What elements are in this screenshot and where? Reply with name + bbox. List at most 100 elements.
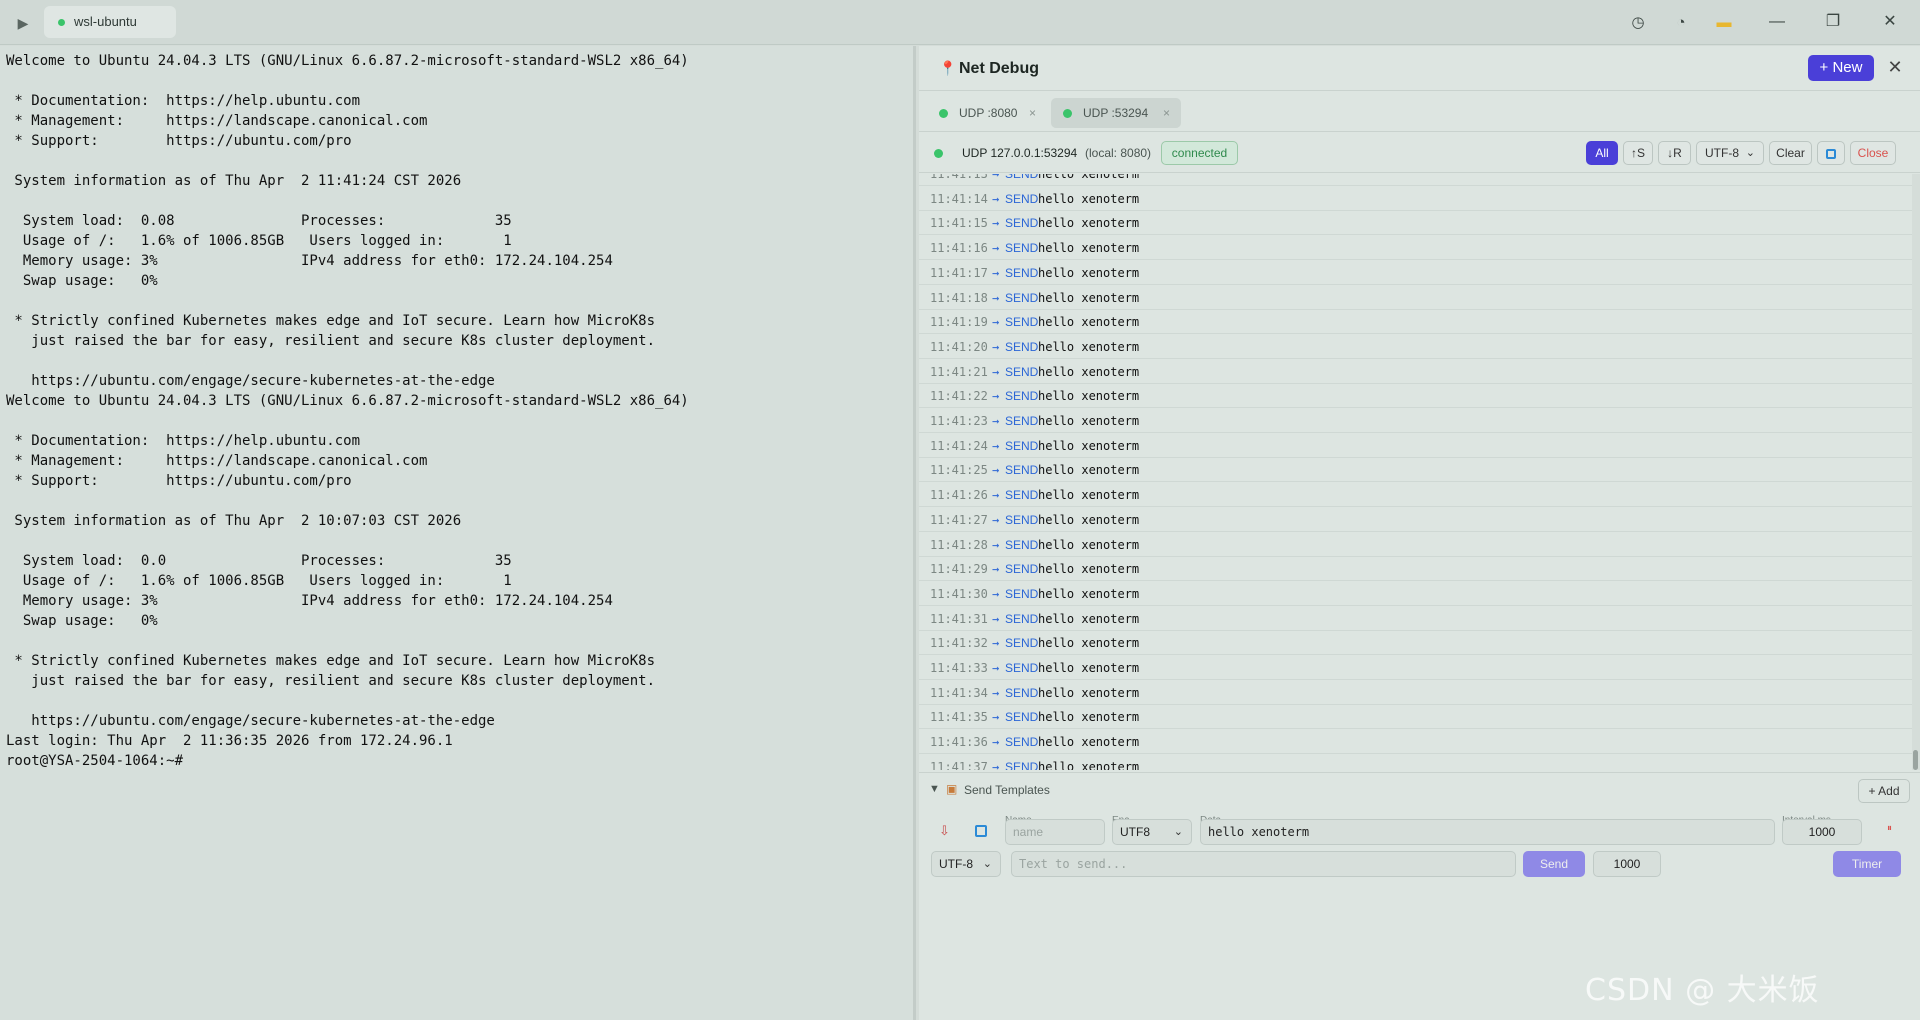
log-message: hello xenoterm [1038,241,1140,256]
log-row: 11:41:24 → SEND hello xenoterm [919,434,1912,458]
scrollbar-thumb[interactable] [1913,750,1918,770]
minimize-icon[interactable]: — [1757,8,1797,36]
folder-icon[interactable]: ▬ [1713,12,1735,34]
play-icon[interactable]: ▶ [12,12,34,34]
log-message: hello xenoterm [1038,290,1140,305]
autoscroll-toggle[interactable] [1817,141,1845,165]
chevron-down-icon: ⌄ [982,858,992,870]
send-arrow-icon: → [992,414,1000,428]
collapse-triangle-icon[interactable]: ▼ [929,783,940,795]
log-direction: SEND [1005,661,1039,675]
new-connection-button[interactable]: + New [1808,55,1874,81]
log-row: 11:41:18 → SEND hello xenoterm [919,286,1912,310]
add-template-button[interactable]: + Add [1858,779,1910,803]
panel-close-icon[interactable]: ✕ [1884,56,1906,78]
clear-button[interactable]: Clear [1769,141,1812,165]
template-encoding-value: UTF8 [1120,825,1150,839]
log-scrollbar[interactable] [1912,174,1920,770]
log-row: 11:41:37 → SEND hello xenoterm [919,755,1912,770]
log-timestamp: 11:41:17 [930,265,988,280]
terminal-line: * Documentation: https://help.ubuntu.com [6,433,361,449]
log-row: 11:41:17 → SEND hello xenoterm [919,261,1912,285]
timer-button[interactable]: Timer [1833,851,1901,877]
log-row: 11:41:22 → SEND hello xenoterm [919,384,1912,409]
tab-close-icon[interactable]: × [1163,98,1170,128]
tab-udp-53294[interactable]: UDP :53294 × [1051,98,1181,128]
log-direction: SEND [1005,265,1039,280]
log-timestamp: 11:41:36 [930,735,988,750]
encoding-value: UTF-8 [1705,146,1739,160]
terminal-line: System load: 0.0 Processes: 35 [6,553,512,569]
net-debug-panel: 📍 Net Debug + New ✕ UDP :8080 × UDP :532… [919,46,1920,1020]
log-row: 11:41:15 → SEND hello xenoterm [919,211,1912,236]
chevron-down-icon: ⌄ [1745,147,1755,159]
log-direction: SEND [1005,339,1039,354]
log-direction: SEND [1005,562,1039,577]
send-encoding-select[interactable]: UTF-8 ⌄ [931,851,1001,877]
status-dot [934,149,943,158]
send-button[interactable]: Send [1523,851,1585,877]
send-text-input[interactable]: Text to send... [1011,851,1516,877]
pause-icon[interactable]: ⏸ [1887,823,1892,834]
log-timestamp: 11:41:13 [930,174,988,181]
clock-icon[interactable]: ◔ [1670,12,1692,34]
terminal-line: https://ubuntu.com/engage/secure-kuberne… [6,713,495,729]
log-message: hello xenoterm [1038,389,1140,404]
tab-udp-8080[interactable]: UDP :8080 × [927,98,1045,128]
templates-header[interactable]: ▼ ▣ Send Templates + Add [919,773,1920,807]
send-arrow-icon: → [992,364,1000,379]
template-interval-input[interactable]: 1000 [1782,819,1862,845]
terminal-pane[interactable]: Welcome to Ubuntu 24.04.3 LTS (GNU/Linux… [0,46,916,1020]
send-arrow-icon: → [992,216,1000,231]
send-arrow-icon: → [992,488,1000,503]
template-data-input[interactable]: hello xenoterm [1200,819,1775,845]
encoding-select[interactable]: UTF-8 ⌄ [1696,141,1764,165]
history-icon[interactable]: ◷ [1627,12,1649,34]
pin-icon[interactable]: 📍 [939,60,956,77]
tab-label: UDP :53294 [1083,106,1149,120]
template-checkbox[interactable] [975,825,987,837]
send-interval-input[interactable]: 1000 [1593,851,1661,877]
log-timestamp: 11:41:33 [930,661,988,675]
close-icon[interactable]: ✕ [1870,8,1910,36]
filter-all-button[interactable]: All [1586,141,1618,165]
log-message: hello xenoterm [1038,512,1140,527]
log-message: hello xenoterm [1038,216,1140,231]
session-tab[interactable]: wsl-ubuntu [44,6,176,38]
status-badge: connected [1161,141,1238,165]
tab-close-icon[interactable]: × [1029,98,1036,128]
send-arrow-icon: → [992,710,1000,725]
template-encoding-select[interactable]: UTF8 ⌄ [1112,819,1192,845]
filter-received-button[interactable]: ↓R [1658,141,1691,165]
terminal-line: https://ubuntu.com/engage/secure-kuberne… [6,373,495,389]
terminal-line: System information as of Thu Apr 2 11:41… [6,173,462,189]
log-message: hello xenoterm [1038,339,1140,354]
template-name-input[interactable]: name [1005,819,1105,845]
panel-header: 📍 Net Debug + New ✕ [919,46,1920,91]
log-row: 11:41:20 → SEND hello xenoterm [919,335,1912,359]
log-message: hello xenoterm [1038,661,1140,675]
terminal-line: * Strictly confined Kubernetes makes edg… [6,653,656,669]
terminal-line: just raised the bar for easy, resilient … [6,673,656,689]
close-connection-button[interactable]: Close [1850,141,1896,165]
log-message: hello xenoterm [1038,611,1140,626]
remote-address: UDP 127.0.0.1:53294 [962,146,1078,160]
send-template-icon[interactable]: ⇩ [939,823,950,839]
send-arrow-icon: → [992,463,1000,478]
log-direction: SEND [1005,191,1039,206]
log-timestamp: 11:41:15 [930,216,988,231]
log-message: hello xenoterm [1038,735,1140,750]
log-timestamp: 11:41:27 [930,512,988,527]
send-arrow-icon: → [992,636,1000,651]
log-row: 11:41:25 → SEND hello xenoterm [919,458,1912,483]
filter-sent-button[interactable]: ↑S [1623,141,1653,165]
log-row: 11:41:36 → SEND hello xenoterm [919,730,1912,755]
log-row: 11:41:31 → SEND hello xenoterm [919,607,1912,631]
restore-icon[interactable]: ❐ [1813,8,1853,36]
terminal-line: Swap usage: 0% [6,273,158,289]
status-dot [939,109,948,118]
log-message: hello xenoterm [1038,685,1140,700]
